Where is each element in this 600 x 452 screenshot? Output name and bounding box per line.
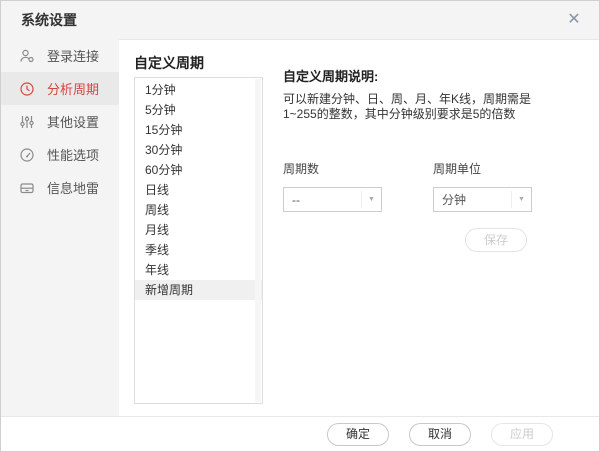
period-list-item[interactable]: 60分钟 xyxy=(135,160,262,180)
period-list-item[interactable]: 月线 xyxy=(135,220,262,240)
sidebar-item-label: 其他设置 xyxy=(47,115,100,130)
sidebar-item-label: 信息地雷 xyxy=(47,181,100,196)
period-count-value: -- xyxy=(292,192,300,207)
period-unit-value: 分钟 xyxy=(442,193,467,207)
list-scrollbar[interactable] xyxy=(255,79,261,402)
description-line-1: 可以新建分钟、日、周、月、年K线，周期需是 xyxy=(283,92,532,106)
sidebar: 登录连接 分析周期 其他设置 性能选项 信息地雷 xyxy=(1,39,119,418)
close-icon[interactable]: ✕ xyxy=(563,9,585,31)
clock-history-icon xyxy=(19,81,35,97)
period-list-item[interactable]: 年线 xyxy=(135,260,262,280)
period-count-dropdown[interactable]: -- ▼ xyxy=(283,187,382,212)
user-icon xyxy=(19,48,35,64)
sliders-icon xyxy=(19,114,35,130)
period-panel-title: 自定义周期 xyxy=(134,55,204,71)
period-list-item[interactable]: 周线 xyxy=(135,200,262,220)
cancel-button[interactable]: 取消 xyxy=(409,422,471,446)
period-list-item[interactable]: 季线 xyxy=(135,240,262,260)
dialog-title: 系统设置 xyxy=(21,12,77,28)
period-list-item[interactable]: 15分钟 xyxy=(135,120,262,140)
period-unit-field: 周期单位 分钟 ▼ xyxy=(433,160,533,212)
description-line-2: 1~255的整数，其中分钟级别要求是5的倍数 xyxy=(283,107,516,121)
inbox-icon xyxy=(19,180,35,196)
period-list-item-selected[interactable]: 新增周期 xyxy=(135,280,262,300)
sidebar-item-other-settings[interactable]: 其他设置 xyxy=(1,105,119,138)
save-button[interactable]: 保存 xyxy=(465,228,527,252)
footer-bar: 确定 取消 应用 xyxy=(1,416,599,451)
sidebar-item-label: 分析周期 xyxy=(47,82,100,97)
period-unit-dropdown[interactable]: 分钟 ▼ xyxy=(433,187,532,212)
chevron-down-icon: ▼ xyxy=(361,191,381,208)
sidebar-item-label: 登录连接 xyxy=(47,49,100,64)
period-count-label: 周期数 xyxy=(283,162,320,176)
system-settings-dialog: 系统设置 ✕ 登录连接 分析周期 其他设置 性能选项 信息地雷 自定义周期 1分… xyxy=(0,0,600,452)
period-count-field: 周期数 -- ▼ xyxy=(283,160,383,212)
period-list-item[interactable]: 1分钟 xyxy=(135,80,262,100)
chevron-down-icon: ▼ xyxy=(511,191,531,208)
sidebar-item-login-connection[interactable]: 登录连接 xyxy=(1,39,119,72)
period-unit-label: 周期单位 xyxy=(433,162,482,176)
sidebar-item-info-mine[interactable]: 信息地雷 xyxy=(1,171,119,204)
ok-button[interactable]: 确定 xyxy=(327,422,389,446)
period-list-item[interactable]: 30分钟 xyxy=(135,140,262,160)
sidebar-item-analysis-period[interactable]: 分析周期 xyxy=(1,72,119,105)
sidebar-item-label: 性能选项 xyxy=(47,148,100,163)
detail-heading: 自定义周期说明: xyxy=(283,69,379,84)
period-list: 1分钟 5分钟 15分钟 30分钟 60分钟 日线 周线 月线 季线 年线 新增… xyxy=(134,77,263,404)
apply-button[interactable]: 应用 xyxy=(491,422,553,446)
content-area: 自定义周期 1分钟 5分钟 15分钟 30分钟 60分钟 日线 周线 月线 季线… xyxy=(119,39,599,416)
gauge-icon xyxy=(19,147,35,163)
period-list-item[interactable]: 日线 xyxy=(135,180,262,200)
sidebar-item-performance-options[interactable]: 性能选项 xyxy=(1,138,119,171)
titlebar: 系统设置 ✕ xyxy=(1,1,599,39)
period-list-item[interactable]: 5分钟 xyxy=(135,100,262,120)
detail-description: 可以新建分钟、日、周、月、年K线，周期需是 1~255的整数，其中分钟级别要求是… xyxy=(283,92,573,122)
